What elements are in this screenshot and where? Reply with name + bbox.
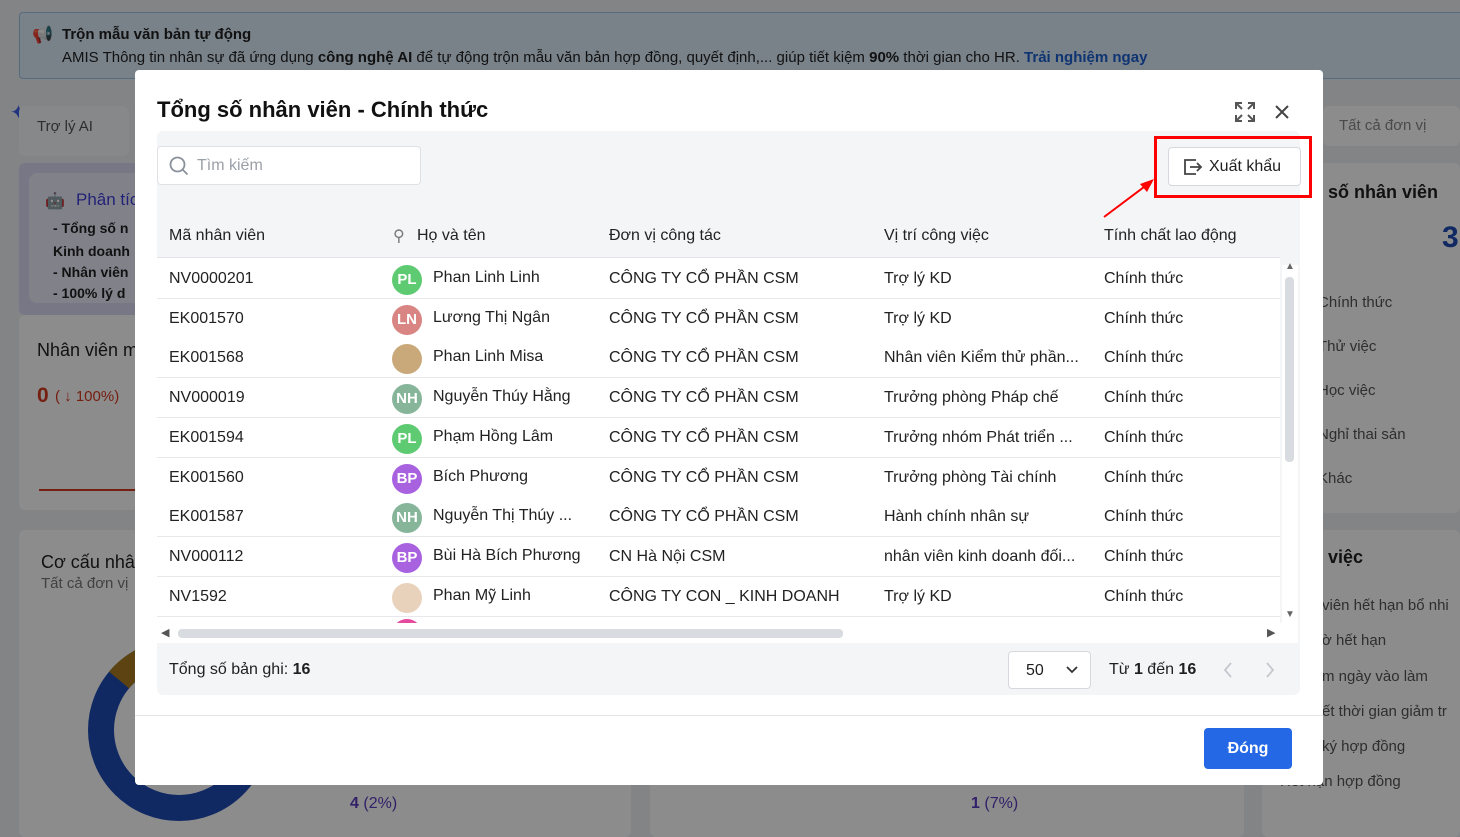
- employee-code: NV000019: [169, 389, 245, 407]
- table-row[interactable]: EK001560 BP Bích Phương CÔNG TY CỔ PHẦN …: [157, 457, 1280, 498]
- horizontal-scrollbar[interactable]: ◀ ▶: [157, 623, 1298, 643]
- employee-type: Chính thức: [1104, 428, 1184, 446]
- employee-name: Lương Thị Ngân: [433, 308, 550, 326]
- footer-divider: [135, 715, 1323, 716]
- table-row[interactable]: NV000112 BP Bùi Hà Bích Phương CN Hà Nội…: [157, 536, 1280, 577]
- scroll-right-icon[interactable]: ▶: [1267, 626, 1275, 639]
- avatar: [392, 344, 422, 375]
- dialog-title: Tổng số nhân viên - Chính thức: [157, 97, 489, 122]
- avatar: PL: [392, 423, 422, 454]
- employee-name: Bích Phương: [433, 467, 529, 485]
- prev-page-icon[interactable]: [1223, 662, 1233, 678]
- scroll-left-icon[interactable]: ◀: [161, 626, 169, 639]
- avatar: PL: [392, 265, 422, 295]
- employee-code: EK001570: [169, 309, 244, 327]
- horizontal-scroll-thumb[interactable]: [178, 629, 843, 638]
- employee-unit: CÔNG TY CỔ PHẦN CSM: [609, 270, 799, 287]
- employee-position: Trưởng phòng Tài chính: [884, 468, 1057, 486]
- column-header-type[interactable]: Tính chất lao động: [1104, 227, 1237, 245]
- avatar: NH: [392, 384, 422, 415]
- employee-unit: CÔNG TY CỔ PHẦN CSM: [609, 349, 799, 367]
- employee-position: Trưởng nhóm Phát triển ...: [884, 428, 1073, 446]
- highlight-box: [1154, 136, 1312, 198]
- chevron-down-icon: [1066, 666, 1078, 674]
- employee-type: Chính thức: [1104, 309, 1184, 327]
- employee-code: EK001560: [169, 468, 244, 486]
- employee-type: Chính thức: [1104, 349, 1184, 367]
- column-header-position[interactable]: Vị trí công việc: [884, 227, 989, 245]
- employee-unit: CÔNG TY CỔ PHẦN CSM: [609, 309, 799, 327]
- employee-name: Nguyễn Thúy Hằng: [433, 388, 571, 406]
- table-row[interactable]: EK001587 NH Nguyễn Thị Thúy ... CÔNG TY …: [157, 497, 1280, 538]
- vertical-scrollbar[interactable]: ▲ ▼: [1282, 261, 1298, 623]
- avatar: NH: [392, 503, 422, 534]
- employee-name: Phan Linh Misa: [433, 348, 544, 366]
- column-header-code[interactable]: Mã nhân viên: [169, 227, 265, 245]
- employee-unit: CÔNG TY CON _ KINH DOANH: [609, 587, 840, 605]
- employee-type: Chính thức: [1104, 587, 1184, 605]
- avatar: BP: [392, 463, 422, 494]
- employee-unit: CÔNG TY CỔ PHẦN CSM: [609, 389, 799, 407]
- employee-unit: CN Hà Nội CSM: [609, 547, 726, 565]
- employee-code: NV0000201: [169, 270, 254, 287]
- pin-icon[interactable]: ⚲: [393, 226, 405, 246]
- annotation-arrow-icon: [1103, 179, 1154, 218]
- column-header-unit[interactable]: Đơn vị công tác: [609, 227, 721, 245]
- total-records: Tổng số bản ghi: 16: [169, 661, 311, 678]
- employee-position: nhân viên kinh doanh đối...: [884, 547, 1076, 565]
- close-button[interactable]: Đóng: [1204, 728, 1292, 769]
- employee-code: EK001568: [169, 349, 244, 367]
- search-placeholder: Tìm kiếm: [197, 157, 263, 174]
- employee-name: Phạm Hồng Lâm: [433, 427, 554, 445]
- next-page-icon[interactable]: [1265, 662, 1275, 678]
- employee-code: EK001587: [169, 508, 244, 526]
- avatar: [392, 582, 422, 613]
- employee-name: Bùi Hà Bích Phương: [433, 546, 581, 564]
- table-row[interactable]: NV000019 NH Nguyễn Thúy Hằng CÔNG TY CỔ …: [157, 378, 1280, 419]
- scroll-down-icon[interactable]: ▼: [1285, 609, 1295, 620]
- employee-position: Trưởng phòng Pháp chế: [884, 389, 1059, 407]
- search-input[interactable]: Tìm kiếm: [157, 146, 421, 185]
- table-row[interactable]: NV0000201 PL Phan Linh Linh CÔNG TY CỔ P…: [157, 259, 1280, 299]
- scroll-up-icon[interactable]: ▲: [1285, 261, 1295, 272]
- table-row[interactable]: NV1592 Phan Mỹ Linh CÔNG TY CON _ KINH D…: [157, 576, 1280, 617]
- vertical-scroll-thumb[interactable]: [1285, 277, 1294, 462]
- employee-type: Chính thức: [1104, 508, 1184, 526]
- employee-unit: CÔNG TY CỔ PHẦN CSM: [609, 508, 799, 526]
- employee-code: NV000112: [169, 547, 244, 565]
- employee-position: Trợ lý KD: [884, 587, 952, 605]
- employee-unit: CÔNG TY CỔ PHẦN CSM: [609, 468, 799, 486]
- search-icon: [169, 156, 189, 176]
- employee-name: Phan Mỹ Linh: [433, 586, 531, 604]
- avatar: BP: [392, 542, 422, 573]
- employee-type: Chính thức: [1104, 468, 1184, 486]
- employee-name: Phan Linh Linh: [433, 269, 540, 286]
- employee-type: Chính thức: [1104, 270, 1184, 287]
- expand-icon[interactable]: [1234, 101, 1256, 123]
- table-row[interactable]: EK001570 LN Lương Thị Ngân CÔNG TY CỔ PH…: [157, 298, 1280, 339]
- table-row[interactable]: EK001594 PL Phạm Hồng Lâm CÔNG TY CỔ PHẦ…: [157, 417, 1280, 458]
- page-size-select[interactable]: 50: [1008, 651, 1091, 689]
- employee-table: Mã nhân viên ⚲ Họ và tên Đơn vị công tác…: [157, 213, 1280, 623]
- employee-position: Nhân viên Kiểm thử phần...: [884, 349, 1079, 367]
- employee-type: Chính thức: [1104, 389, 1184, 407]
- employee-position: Hành chính nhân sự: [884, 508, 1030, 526]
- column-header-name[interactable]: Họ và tên: [417, 227, 485, 245]
- employee-unit: CÔNG TY CỔ PHẦN CSM: [609, 428, 799, 446]
- employee-name: Nguyễn Thị Thúy ...: [433, 507, 573, 525]
- employee-position: Trợ lý KD: [884, 270, 952, 287]
- page-range: Từ 1 đến 16: [1109, 661, 1197, 678]
- close-icon[interactable]: [1274, 104, 1290, 120]
- employee-position: Trợ lý KD: [884, 309, 952, 327]
- employee-code: EK001594: [169, 428, 244, 446]
- employee-code: NV1592: [169, 587, 227, 605]
- avatar: LN: [392, 304, 422, 335]
- employee-type: Chính thức: [1104, 547, 1184, 565]
- table-row[interactable]: EK001568 Phan Linh Misa CÔNG TY CỔ PHẦN …: [157, 338, 1280, 379]
